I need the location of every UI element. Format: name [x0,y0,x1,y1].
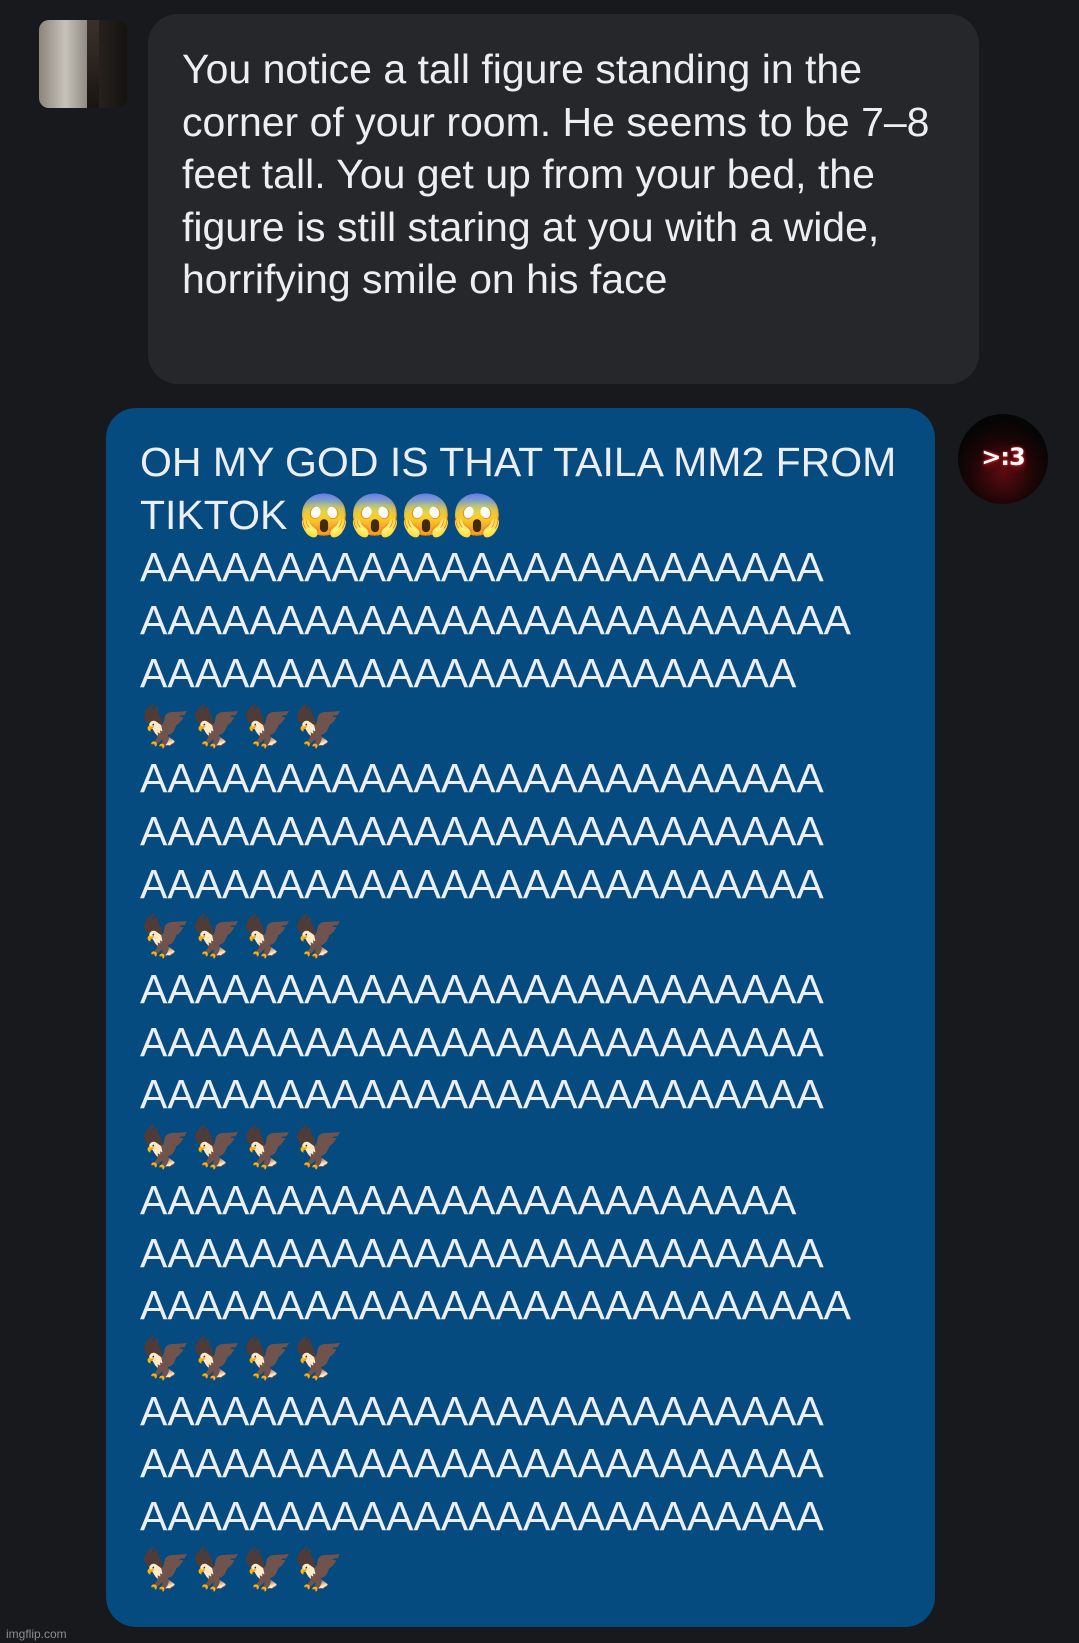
sent-message-bubble[interactable]: OH MY GOD IS THAT TAILA MM2 FROM TIKTOK … [106,408,935,1627]
sender-avatar[interactable]: >:3 [958,414,1048,504]
contact-avatar[interactable] [39,20,127,108]
received-message-text: You notice a tall figure standing in the… [182,46,941,302]
sender-avatar-label: >:3 [981,443,1025,471]
received-message-bubble[interactable]: You notice a tall figure standing in the… [148,14,979,384]
imgflip-watermark: imgflip.com [6,1627,67,1641]
sent-message-text: OH MY GOD IS THAT TAILA MM2 FROM TIKTOK … [140,439,897,1592]
avatar-photo-detail [87,20,99,108]
